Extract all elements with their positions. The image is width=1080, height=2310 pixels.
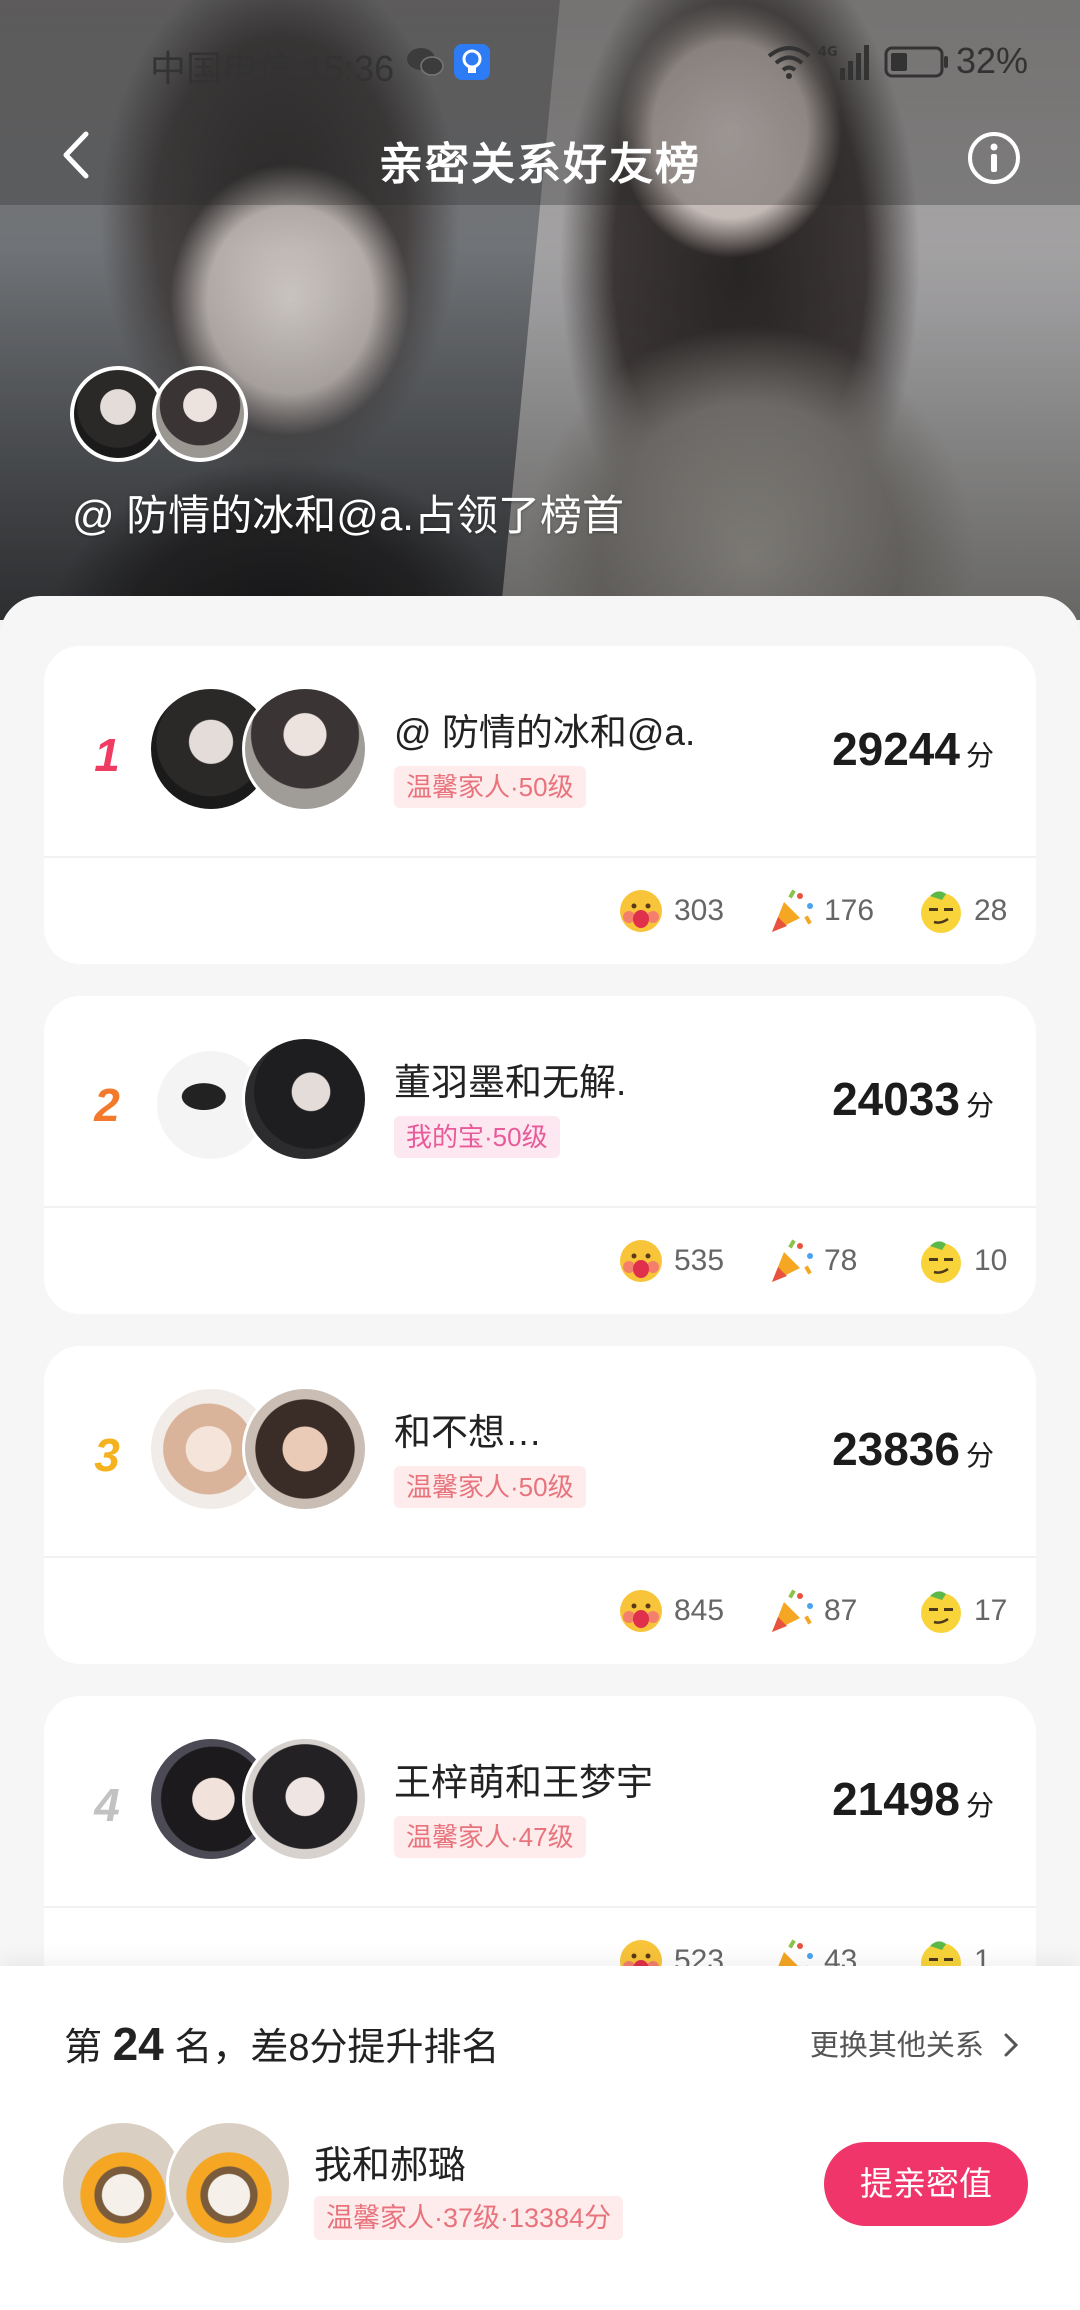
avatar [242,1386,368,1512]
carrier-time: 中国电信 15:36 [150,48,395,89]
relation-tag: 我的宝·50级 [394,1116,560,1158]
battery-icon [884,46,948,78]
my-rank-panel: 第 24 名，差8分提升排名 更换其他关系 我和郝璐 温馨家人·37级·1338… [0,1966,1080,2310]
hero-banner: 中国电信 15:36 4G 32% 亲密关系好友榜 @ 防情的冰和@a.占领了榜… [0,0,1080,620]
blush-face-icon [620,1590,662,1632]
party-popper-icon [772,1239,813,1282]
svg-text:4G: 4G [818,45,838,60]
boost-intimacy-button[interactable]: 提亲密值 [824,2142,1028,2226]
battery-percent: 32% [956,40,1029,81]
wifi-icon [767,46,811,79]
smirk-face-icon [921,1591,961,1633]
intimacy-score: 24033 分 [832,1073,994,1125]
top-rank-headline: @ 防情的冰和@a.占领了榜首 [72,492,624,539]
rank-number: 1 [94,729,120,781]
interaction-stats: 845 87 17 [570,1582,1010,1642]
intimacy-score: 29244 分 [832,723,994,775]
top-pair-avatars [70,366,250,466]
avatar [242,686,368,812]
relation-tag: 温馨家人·50级 [394,766,586,808]
intimacy-score: 23836 分 [832,1423,994,1475]
notification-icon [454,44,490,80]
interaction-stats: 303 176 28 [570,882,1010,942]
pair-avatars [148,686,368,816]
my-relation-tag: 温馨家人·37级·13384分 [314,2196,624,2240]
ranking-card[interactable]: 3 和不想… 温馨家人·50级 23836 分 845 87 17 [44,1346,1036,1664]
avatar [152,366,248,462]
ranking-list[interactable]: 1 @ 防情的冰和@a. 温馨家人·50级 29244分 303 176 28 [0,596,1080,2016]
relation-tag: 温馨家人·50级 [394,1466,586,1508]
intimacy-score: 21498 分 [832,1773,994,1825]
party-popper-icon [772,889,813,932]
pair-avatars [148,1386,368,1516]
pair-avatars [148,1736,368,1866]
signal-icon: 4G [818,45,869,80]
relation-tag: 温馨家人·47级 [394,1816,586,1858]
page-title: 亲密关系好友榜 [379,140,701,189]
pair-name: 和不想… [394,1412,542,1453]
smirk-face-icon [921,1241,961,1283]
info-icon[interactable] [966,130,1022,186]
pair-avatars [148,1036,368,1166]
party-popper-icon [772,1589,813,1632]
status-bar: 中国电信 15:36 4G 32% [0,30,1080,94]
my-rank-text: 第 24 名，差8分提升排名 [64,2018,500,2070]
rank-number: 4 [94,1779,120,1831]
ranking-card[interactable]: 2 董羽墨和无解. 我的宝·50级 24033 分 535 78 10 [44,996,1036,1314]
avatar [166,2120,292,2246]
avatar [242,1036,368,1162]
avatar [242,1736,368,1862]
blush-face-icon [620,1240,662,1282]
ranking-card[interactable]: 1 @ 防情的冰和@a. 温馨家人·50级 29244 分 303 176 28 [44,646,1036,964]
chevron-right-icon [1004,2033,1019,2057]
pair-name: 董羽墨和无解. [394,1062,627,1103]
my-pair-avatars [60,2120,300,2250]
my-pair-name: 我和郝璐 [314,2145,467,2187]
smirk-face-icon [921,891,961,933]
pair-name: 王梓萌和王梦宇 [394,1762,653,1803]
switch-relation-link[interactable]: 更换其他关系 [810,2022,1022,2064]
rank-number: 3 [94,1429,120,1481]
interaction-stats: 535 78 10 [570,1232,1010,1292]
wechat-icon [407,48,444,76]
rank-number: 2 [94,1079,120,1131]
pair-name: @ 防情的冰和@a. [394,712,696,753]
blush-face-icon [620,890,662,932]
